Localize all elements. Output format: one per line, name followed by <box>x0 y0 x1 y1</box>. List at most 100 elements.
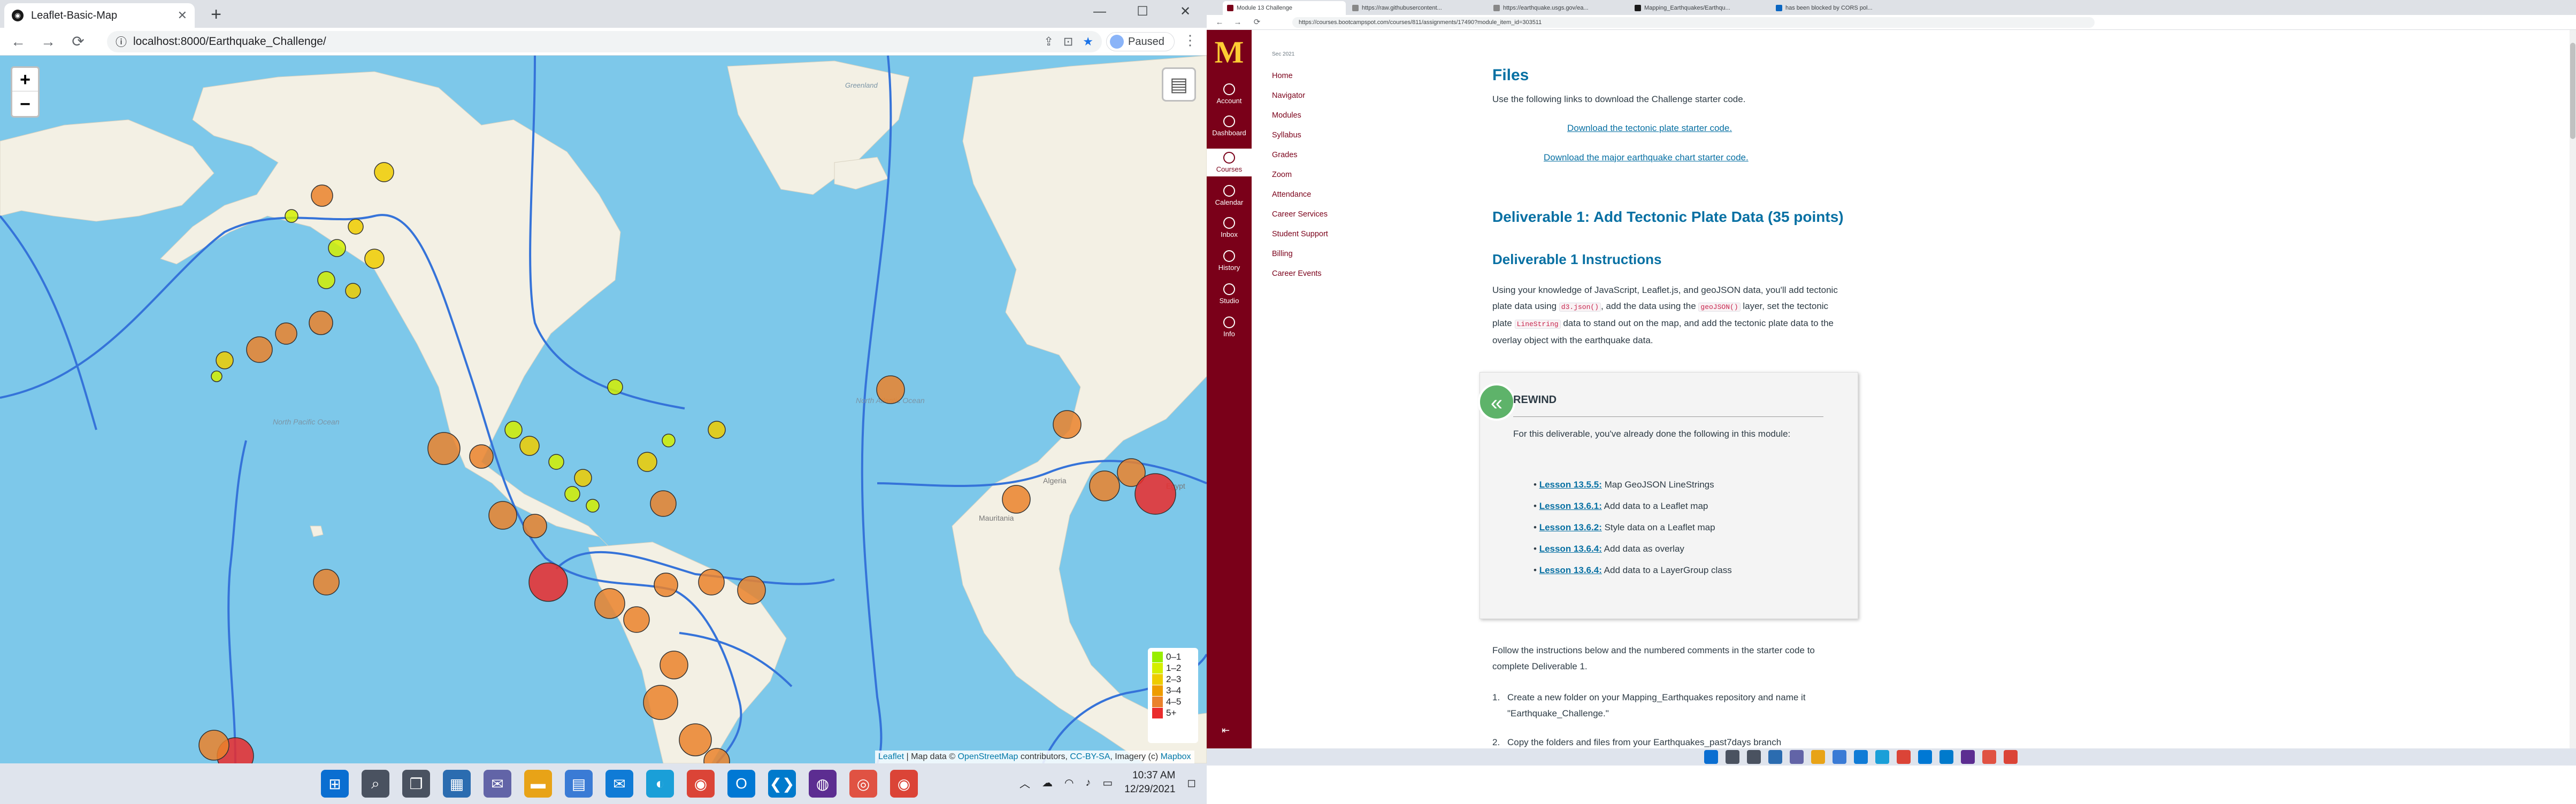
course-nav-grades[interactable]: Grades <box>1272 151 1298 159</box>
app-icon[interactable] <box>1982 750 1996 764</box>
collapse-nav-icon[interactable]: ⇤ <box>1222 725 1230 736</box>
zoom-out-button[interactable]: − <box>12 92 38 116</box>
search-icon[interactable]: ⌕ <box>362 770 389 798</box>
course-nav-career-events[interactable]: Career Events <box>1272 269 1322 278</box>
address-bar[interactable]: ⓘ localhost:8000/Earthquake_Challenge/ ⇪… <box>107 31 1102 52</box>
course-nav-career-services[interactable]: Career Services <box>1272 210 1328 219</box>
lesson-link[interactable]: Lesson 13.6.4: <box>1539 544 1602 554</box>
edge-icon[interactable] <box>1875 750 1889 764</box>
nav-studio[interactable]: Studio <box>1207 283 1252 305</box>
lesson-link[interactable]: Lesson 13.6.1: <box>1539 501 1602 511</box>
cloud-icon[interactable]: ☁ <box>1042 776 1053 790</box>
battery-icon[interactable]: ▭ <box>1102 776 1113 790</box>
chrome-icon[interactable] <box>1897 750 1911 764</box>
tectonic-starter-link[interactable]: Download the tectonic plate starter code… <box>1567 123 1732 134</box>
outlook-icon[interactable]: O <box>727 770 755 798</box>
teams-chat-icon[interactable]: ✉ <box>484 770 511 798</box>
close-tab-icon[interactable]: ✕ <box>178 9 187 22</box>
leaflet-map[interactable]: Greenland North Pacific Ocean North Atla… <box>0 56 1207 763</box>
nav-courses[interactable]: Courses <box>1207 149 1252 176</box>
university-logo[interactable]: M <box>1213 37 1245 68</box>
tab-github-repo[interactable]: Mapping_Earthquakes/Earthqu... <box>1630 1 1769 15</box>
volume-icon[interactable]: ♪ <box>1085 777 1091 789</box>
app-icon[interactable]: ◎ <box>849 770 877 798</box>
tab-raw-github[interactable]: https://raw.githubusercontent... <box>1348 1 1487 15</box>
file-explorer-icon[interactable] <box>1811 750 1825 764</box>
store-icon[interactable]: ▤ <box>565 770 593 798</box>
course-nav-home[interactable]: Home <box>1272 72 1293 80</box>
lesson-link[interactable]: Lesson 13.6.2: <box>1539 522 1602 532</box>
profile-button[interactable]: Paused <box>1106 32 1175 51</box>
info-icon[interactable]: ⓘ <box>116 34 127 50</box>
lesson-link[interactable]: Lesson 13.5.5: <box>1539 480 1602 490</box>
reload-button[interactable]: ⟳ <box>1252 17 1262 28</box>
course-nav-zoom[interactable]: Zoom <box>1272 171 1292 179</box>
osm-link[interactable]: OpenStreetMap <box>957 752 1018 761</box>
chevron-up-icon[interactable]: ︿ <box>1019 775 1030 791</box>
course-nav-modules[interactable]: Modules <box>1272 111 1301 120</box>
clock[interactable]: 10:37 AM 12/29/2021 <box>1124 769 1175 797</box>
forward-button[interactable]: → <box>1232 17 1243 28</box>
teams-chat-icon[interactable] <box>1790 750 1804 764</box>
notification-icon[interactable]: ◻ <box>1187 776 1196 790</box>
lesson-link[interactable]: Lesson 13.6.4: <box>1539 565 1602 575</box>
chrome-active-icon[interactable]: ◉ <box>890 770 918 798</box>
license-link[interactable]: CC-BY-SA <box>1070 752 1110 761</box>
course-nav-attendance[interactable]: Attendance <box>1272 190 1311 199</box>
outlook-icon[interactable] <box>1918 750 1932 764</box>
nav-dashboard[interactable]: Dashboard <box>1207 115 1252 137</box>
mail-icon[interactable]: ✉ <box>605 770 633 798</box>
vscode-icon[interactable] <box>1939 750 1953 764</box>
tab-module-13[interactable]: Module 13 Challenge <box>1223 1 1346 15</box>
tab-leaflet-basic-map[interactable]: ◉ Leaflet-Basic-Map ✕ <box>4 3 195 28</box>
nav-history[interactable]: History <box>1207 250 1252 272</box>
reload-button[interactable]: ⟳ <box>67 31 89 52</box>
share-icon[interactable]: ⇪ <box>1044 35 1053 49</box>
leaflet-link[interactable]: Leaflet <box>878 752 904 761</box>
minimize-button[interactable]: — <box>1078 0 1121 25</box>
course-nav-navigator[interactable]: Navigator <box>1272 91 1305 100</box>
view-site-icon[interactable]: ⊡ <box>1063 35 1073 49</box>
widgets-icon[interactable] <box>1768 750 1782 764</box>
back-button[interactable]: ← <box>7 31 29 52</box>
course-nav-syllabus[interactable]: Syllabus <box>1272 131 1301 140</box>
maximize-button[interactable]: ☐ <box>1121 0 1164 25</box>
start-icon[interactable] <box>1704 750 1718 764</box>
zoom-in-button[interactable]: + <box>12 68 38 91</box>
tab-usgs[interactable]: https://earthquake.usgs.gov/ea... <box>1489 1 1628 15</box>
forward-button[interactable]: → <box>37 31 59 52</box>
nav-calendar[interactable]: Calendar <box>1207 185 1252 206</box>
github-desktop-icon[interactable] <box>1961 750 1975 764</box>
file-explorer-icon[interactable]: ▬ <box>524 770 552 798</box>
course-nav-student-support[interactable]: Student Support <box>1272 230 1328 238</box>
nav-inbox[interactable]: Inbox <box>1207 217 1252 238</box>
widgets-icon[interactable]: ▦ <box>443 770 471 798</box>
course-nav-billing[interactable]: Billing <box>1272 250 1293 258</box>
wifi-icon[interactable]: ◠ <box>1064 776 1074 790</box>
back-button[interactable]: ← <box>1214 17 1225 28</box>
task-view-icon[interactable] <box>1747 750 1761 764</box>
store-icon[interactable] <box>1833 750 1846 764</box>
start-icon[interactable]: ⊞ <box>321 770 349 798</box>
address-bar[interactable]: https://courses.bootcampspot.com/courses… <box>1292 17 2095 28</box>
tab-cors[interactable]: has been blocked by CORS pol... <box>1772 1 1911 15</box>
chrome-active-icon[interactable] <box>2004 750 2018 764</box>
chrome-icon[interactable]: ◉ <box>687 770 715 798</box>
menu-icon[interactable]: ⋮ <box>1182 32 1198 51</box>
close-window-button[interactable]: ✕ <box>1164 0 1207 25</box>
mail-icon[interactable] <box>1854 750 1868 764</box>
earthquake-chart-starter-link[interactable]: Download the major earthquake chart star… <box>1544 152 1749 163</box>
github-desktop-icon[interactable]: ◍ <box>809 770 837 798</box>
edge-icon[interactable]: ◐ <box>646 770 674 798</box>
task-view-icon[interactable]: ❐ <box>402 770 430 798</box>
layers-control-icon[interactable]: ▤ <box>1162 67 1196 102</box>
nav-account[interactable]: Account <box>1207 83 1252 105</box>
bookmark-star-icon[interactable]: ★ <box>1083 35 1093 49</box>
legend-row: 3–4 <box>1152 685 1194 696</box>
search-icon[interactable] <box>1726 750 1739 764</box>
nav-info[interactable]: Info <box>1207 316 1252 338</box>
scrollbar-thumb[interactable] <box>2570 43 2575 139</box>
vscode-icon[interactable]: ❮❯ <box>768 770 796 798</box>
new-tab-button[interactable]: + <box>205 4 227 26</box>
mapbox-link[interactable]: Mapbox <box>1161 752 1191 761</box>
